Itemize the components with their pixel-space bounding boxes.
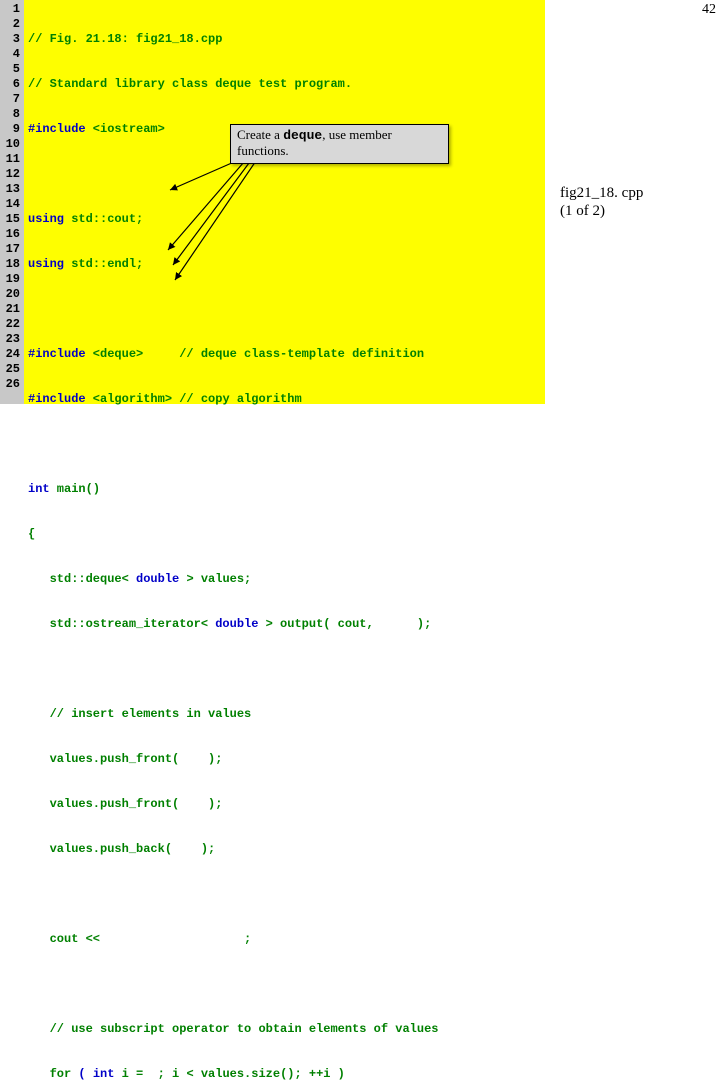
line-number: 3 <box>2 32 20 47</box>
keyword: int <box>28 482 50 496</box>
line-number: 4 <box>2 47 20 62</box>
line-number: 15 <box>2 212 20 227</box>
line-number: 17 <box>2 242 20 257</box>
line-number: 26 <box>2 377 20 392</box>
line-number: 22 <box>2 317 20 332</box>
line-number: 18 <box>2 257 20 272</box>
code-text: std::ostream_iterator< <box>28 617 215 631</box>
keyword: #include <box>28 122 86 136</box>
line-number: 2 <box>2 17 20 32</box>
code-text: std::cout; <box>64 212 143 226</box>
callout-text: Create a <box>237 127 283 142</box>
line-number: 20 <box>2 287 20 302</box>
keyword: #include <box>28 392 86 406</box>
line-number: 21 <box>2 302 20 317</box>
comment: // copy algorithm <box>179 392 301 406</box>
code-listing: 1234567891011121314151617181920212223242… <box>0 0 545 404</box>
keyword: int <box>93 1067 115 1080</box>
callout-code: deque <box>283 128 322 143</box>
keyword: #include <box>28 347 86 361</box>
code-text: > values; <box>179 572 251 586</box>
keyword: double <box>136 572 179 586</box>
code-line: // Standard library class deque test pro… <box>28 77 352 91</box>
code-text: std::endl; <box>64 257 143 271</box>
line-number: 6 <box>2 77 20 92</box>
code-text: main() <box>50 482 100 496</box>
line-number: 11 <box>2 152 20 167</box>
code-line: cout << ; <box>28 932 251 946</box>
line-number: 9 <box>2 122 20 137</box>
line-number: 1 <box>2 2 20 17</box>
keyword: double <box>215 617 258 631</box>
page-number: 42 <box>702 2 716 18</box>
code-body: // Fig. 21.18: fig21_18.cpp // Standard … <box>24 0 442 404</box>
comment: // deque class-template definition <box>179 347 424 361</box>
code-line: values.push_front( ); <box>28 797 222 811</box>
caption-part: (1 of 2) <box>560 202 643 220</box>
code-line: // Fig. 21.18: fig21_18.cpp <box>28 32 222 46</box>
keyword: using <box>28 257 64 271</box>
line-number: 23 <box>2 332 20 347</box>
code-line: values.push_front( ); <box>28 752 222 766</box>
line-number: 14 <box>2 197 20 212</box>
code-text: for <box>28 1067 71 1080</box>
line-number: 12 <box>2 167 20 182</box>
line-number: 13 <box>2 182 20 197</box>
code-line: // insert elements in values <box>28 707 251 721</box>
line-number: 24 <box>2 347 20 362</box>
line-number: 8 <box>2 107 20 122</box>
code-text: <algorithm> <box>86 392 180 406</box>
line-number: 16 <box>2 227 20 242</box>
figure-caption: fig21_18. cpp (1 of 2) <box>560 184 643 220</box>
line-number-gutter: 1234567891011121314151617181920212223242… <box>0 0 24 404</box>
annotation-callout: Create a deque, use member functions. <box>230 124 449 164</box>
code-line: { <box>28 527 35 541</box>
line-number: 7 <box>2 92 20 107</box>
code-text: <iostream> <box>86 122 165 136</box>
keyword: ( <box>71 1067 93 1080</box>
code-line: // use subscript operator to obtain elem… <box>28 1022 438 1036</box>
code-line: values.push_back( ); <box>28 842 215 856</box>
line-number: 25 <box>2 362 20 377</box>
line-number: 19 <box>2 272 20 287</box>
code-text: <deque> <box>86 347 180 361</box>
code-text: > output( cout, ); <box>258 617 431 631</box>
line-number: 10 <box>2 137 20 152</box>
line-number: 5 <box>2 62 20 77</box>
code-text: std::deque< <box>28 572 136 586</box>
keyword: using <box>28 212 64 226</box>
caption-filename: fig21_18. cpp <box>560 184 643 202</box>
code-text: i = ; i < values.size(); ++i ) <box>114 1067 344 1080</box>
